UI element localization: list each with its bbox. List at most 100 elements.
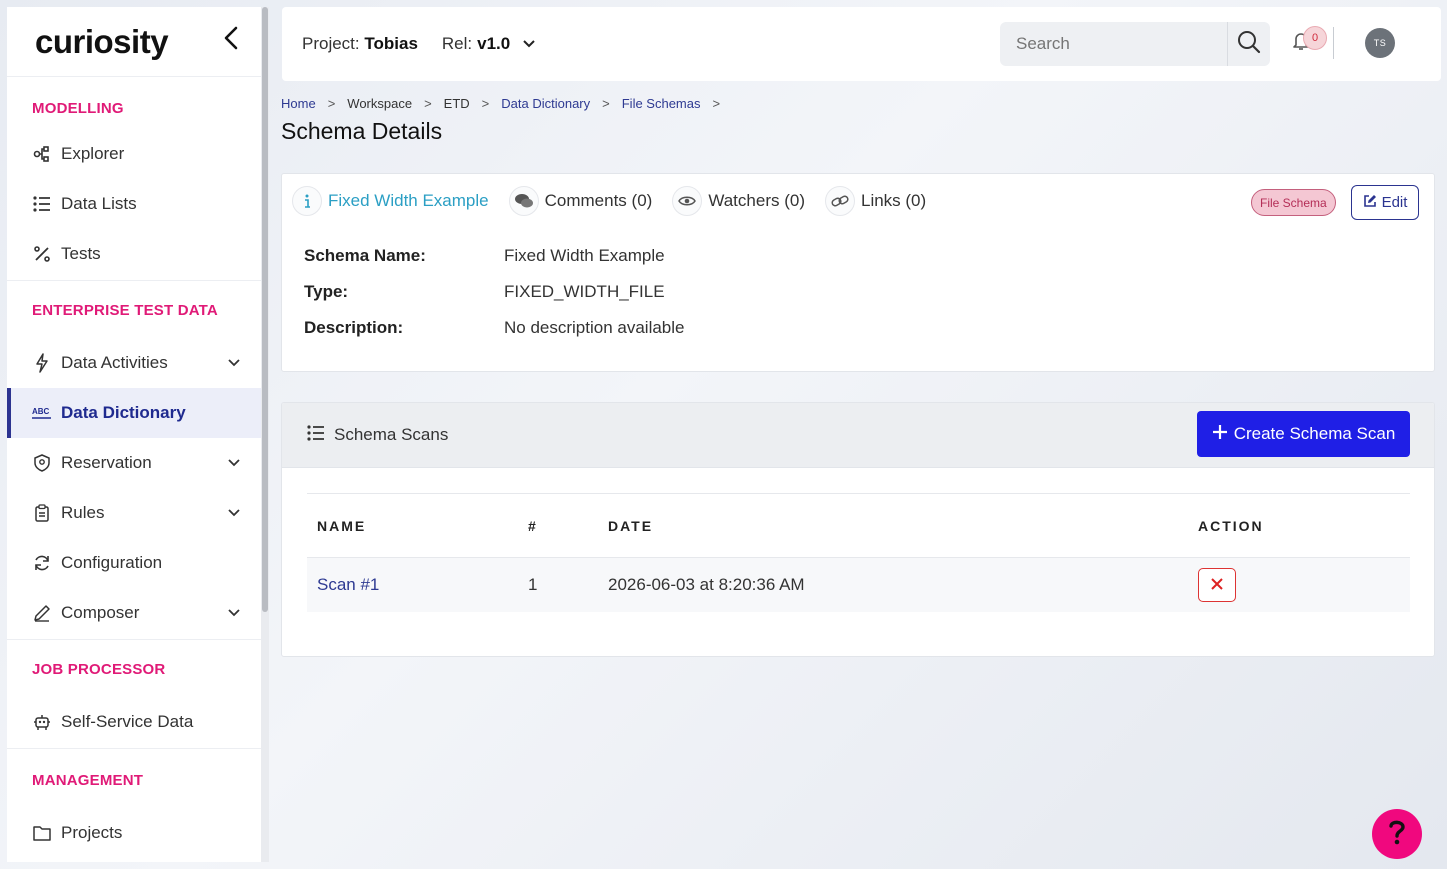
chevron-down-icon[interactable]	[227, 353, 241, 373]
user-avatar[interactable]: TS	[1365, 28, 1395, 58]
schema-type-tag: File Schema	[1251, 189, 1336, 216]
sidebar-item-projects[interactable]: Projects	[7, 808, 261, 858]
curiosity-logo[interactable]: curiosity	[35, 23, 169, 61]
table-row: Scan #1 1 2026-06-03 at 8:20:36 AM	[307, 557, 1410, 612]
bolt-icon	[32, 353, 52, 373]
column-header-name[interactable]: NAME	[307, 493, 518, 558]
scan-name-link[interactable]: Scan #1	[307, 557, 518, 612]
field-key: Type:	[304, 282, 349, 301]
chevron-down-icon[interactable]	[227, 603, 241, 623]
field-key: Description:	[304, 318, 404, 337]
notification-badge: 0	[1303, 26, 1327, 50]
sidebar-item-data-dictionary[interactable]: ABC Data Dictionary	[7, 388, 261, 438]
list-icon	[307, 424, 325, 446]
sidebar-item-label: Explorer	[61, 144, 125, 163]
field-schema-name: Schema Name: Fixed Width Example	[304, 246, 665, 266]
sidebar-item-label: Composer	[61, 603, 140, 622]
sidebar-item-data-lists[interactable]: Data Lists	[7, 179, 261, 229]
sidebar-item-label: Projects	[61, 823, 123, 842]
scan-date: 2026-06-03 at 8:20:36 AM	[598, 557, 1188, 612]
edit-button[interactable]: Edit	[1351, 185, 1419, 220]
list-icon	[32, 196, 52, 212]
section-modelling: MODELLING	[32, 99, 124, 117]
breadcrumb-data-dictionary[interactable]: Data Dictionary	[501, 96, 590, 111]
sidebar-item-composer[interactable]: Composer	[7, 588, 261, 638]
sidebar-item-label: Tests	[61, 244, 101, 263]
column-header-number[interactable]: #	[518, 493, 598, 558]
tab-links[interactable]: Links (0)	[824, 186, 926, 216]
column-header-action: ACTION	[1188, 493, 1410, 558]
tab-watchers[interactable]: Watchers (0)	[672, 186, 805, 216]
sidebar-item-reservation[interactable]: Reservation	[7, 438, 261, 488]
breadcrumb-etd: ETD	[443, 96, 470, 111]
create-schema-scan-button[interactable]: Create Schema Scan	[1197, 411, 1410, 457]
project-label: Project:	[302, 34, 360, 53]
schema-scans-card: Schema Scans Create Schema Scan NAME # D…	[281, 402, 1435, 657]
schema-scans-title: Schema Scans	[307, 424, 449, 446]
field-value: No description available	[504, 318, 685, 337]
sidebar-item-label: Reservation	[61, 453, 152, 472]
breadcrumb-separator: >	[327, 96, 336, 111]
close-icon	[1211, 575, 1223, 595]
chevron-down-icon[interactable]	[227, 503, 241, 523]
sync-icon	[32, 554, 52, 572]
sidebar-item-label: Self-Service Data	[61, 712, 194, 731]
project-selector[interactable]: Project: Tobias	[302, 34, 418, 54]
sidebar-item-rules[interactable]: Rules	[7, 488, 261, 538]
sidebar-item-configuration[interactable]: Configuration	[7, 538, 261, 588]
delete-scan-button[interactable]	[1198, 567, 1236, 602]
column-header-date[interactable]: DATE	[598, 493, 1188, 558]
field-value: Fixed Width Example	[504, 246, 665, 265]
abc-icon: ABC	[32, 405, 52, 421]
sidebar-item-label: Data Lists	[61, 194, 137, 213]
chevron-down-icon	[522, 39, 536, 49]
section-job-processor: JOB PROCESSOR	[32, 660, 166, 678]
svg-text:ABC: ABC	[32, 407, 50, 416]
search-input[interactable]	[1000, 22, 1228, 66]
project-name: Tobias	[364, 34, 418, 53]
field-type: Type: FIXED_WIDTH_FILE	[304, 282, 665, 302]
search-button[interactable]	[1228, 22, 1270, 66]
pencil-icon	[32, 604, 52, 622]
breadcrumb-file-schemas[interactable]: File Schemas	[622, 96, 701, 111]
release-label: Rel:	[441, 34, 473, 53]
schema-scans-header: Schema Scans Create Schema Scan	[282, 403, 1434, 468]
schema-scans-label: Schema Scans	[334, 425, 449, 444]
edit-icon	[1363, 194, 1377, 212]
table-header-row: NAME # DATE ACTION	[307, 493, 1410, 558]
tab-overview[interactable]: Fixed Width Example	[292, 186, 489, 216]
tab-label: Comments (0)	[544, 191, 653, 210]
chevron-down-icon[interactable]	[227, 453, 241, 473]
search-box	[1000, 22, 1270, 66]
clipboard-icon	[32, 504, 52, 522]
comments-icon	[508, 186, 539, 216]
breadcrumb: Home > Workspace > ETD > Data Dictionary…	[281, 96, 732, 111]
tab-comments[interactable]: Comments (0)	[508, 186, 653, 216]
sidebar-item-self-service-data[interactable]: Self-Service Data	[7, 697, 261, 747]
chevron-left-icon[interactable]	[223, 26, 239, 57]
breadcrumb-workspace: Workspace	[347, 96, 413, 111]
sidebar-item-label: Configuration	[61, 553, 163, 572]
sidebar-item-explorer[interactable]: Explorer	[7, 129, 261, 179]
release-selector[interactable]: Rel: v1.0	[442, 34, 536, 54]
sidebar: curiosity MODELLING Explorer Data Lists …	[7, 7, 261, 862]
field-value: FIXED_WIDTH_FILE	[504, 282, 665, 301]
sidebar-header: curiosity	[7, 7, 261, 77]
sidebar-item-data-activities[interactable]: Data Activities	[7, 338, 261, 388]
breadcrumb-separator: >	[481, 96, 490, 111]
plus-icon	[1212, 424, 1228, 445]
section-management: MANAGEMENT	[32, 771, 144, 789]
info-icon	[292, 186, 322, 216]
tab-label: Watchers (0)	[708, 191, 805, 210]
release-value: v1.0	[477, 34, 511, 53]
breadcrumb-home[interactable]: Home	[281, 96, 316, 111]
top-bar: Project: Tobias Rel: v1.0 0 TS	[282, 7, 1441, 81]
create-schema-scan-label: Create Schema Scan	[1233, 424, 1396, 443]
folder-icon	[32, 825, 52, 841]
help-button[interactable]	[1372, 809, 1422, 859]
page-title: Schema Details	[281, 118, 443, 144]
sidebar-item-tests[interactable]: Tests	[7, 229, 261, 279]
sidebar-scrollbar-thumb[interactable]	[262, 7, 268, 612]
shield-icon	[32, 454, 52, 472]
search-icon	[1237, 30, 1261, 59]
